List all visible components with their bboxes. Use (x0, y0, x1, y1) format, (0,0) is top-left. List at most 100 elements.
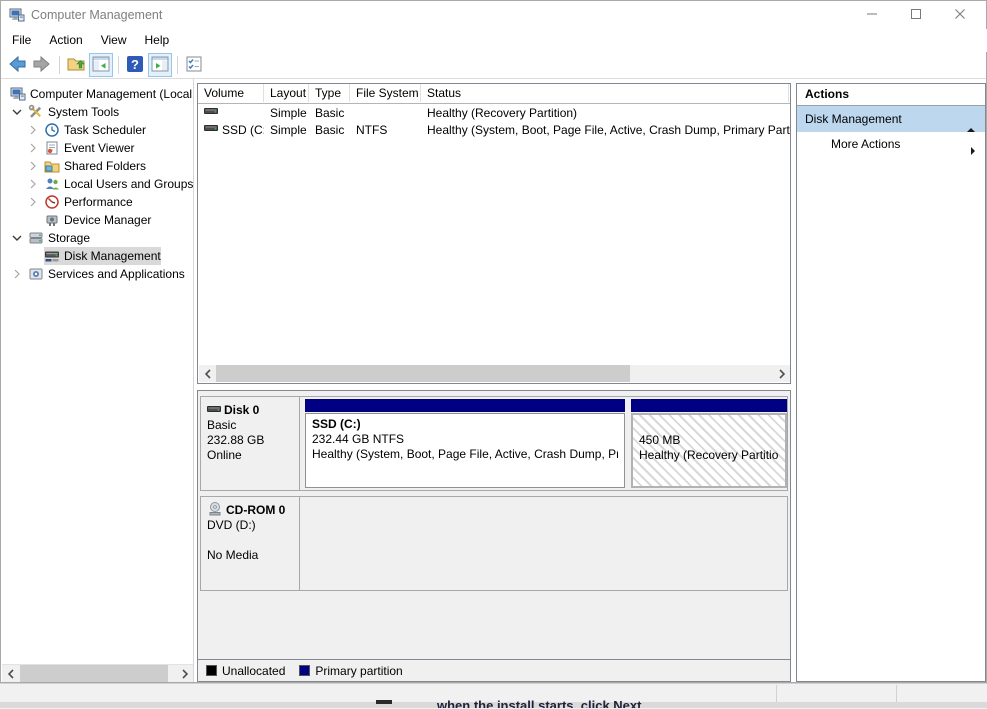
column-header-type[interactable]: Type (309, 84, 350, 102)
disk-0-label-cell[interactable]: Disk 0 Basic 232.88 GB Online (201, 397, 300, 490)
scroll-left-button[interactable] (2, 665, 19, 682)
close-button[interactable] (938, 1, 982, 29)
tree-node: Storage (28, 229, 90, 247)
partition-color-bar (631, 399, 787, 412)
toolbar-separator (118, 56, 119, 74)
tree-item-label: Shared Folders (64, 159, 147, 173)
window-title: Computer Management (31, 8, 163, 22)
scrollbar-thumb[interactable] (216, 365, 630, 382)
chevron-expanded-icon[interactable] (10, 231, 24, 245)
cell-type: Basic (315, 106, 345, 120)
partition-name (639, 418, 779, 433)
window-controls (850, 1, 982, 29)
scroll-right-button[interactable] (773, 365, 790, 382)
scroll-right-button[interactable] (176, 665, 193, 682)
folder-up-icon (66, 54, 86, 77)
help-button[interactable]: ? (123, 53, 147, 77)
tree-item-label: Device Manager (64, 213, 152, 227)
users-groups-icon (44, 176, 60, 192)
disk-name: CD-ROM 0 (226, 503, 286, 517)
column-header-layout[interactable]: Layout (264, 84, 309, 102)
tree-item-storage[interactable]: Storage (2, 229, 193, 247)
partition-ssd-c[interactable]: SSD (C:) 232.44 GB NTFS Healthy (System, B… (305, 399, 625, 489)
column-header-status[interactable]: Status (421, 84, 789, 102)
tree-item-event-viewer[interactable]: Event Viewer (2, 139, 193, 157)
cell-type: Basic (315, 123, 345, 137)
show-console-tree-button[interactable] (89, 53, 113, 77)
chevron-collapsed-icon[interactable] (26, 141, 40, 155)
disk-graphical-view: Disk 0 Basic 232.88 GB Online SSD (C:) 232.44… (197, 390, 791, 682)
volume-row-ssd-c[interactable]: SSD (C:) Simple Basic NTFS Healthy (System, … (198, 122, 790, 139)
cell-layout: Simple (270, 106, 307, 120)
actions-group-disk-management[interactable]: Disk Management (797, 106, 985, 132)
chevron-collapsed-icon[interactable] (10, 267, 24, 281)
forward-button[interactable] (30, 53, 54, 77)
tree-item-device-manager[interactable]: Device Manager (2, 211, 193, 229)
tree-item-task-scheduler[interactable]: Task Scheduler (2, 121, 193, 139)
cell-file-system: NTFS (356, 123, 388, 137)
disk-name: Disk 0 (224, 403, 260, 417)
chevron-collapsed-icon[interactable] (26, 159, 40, 173)
column-header-file-system[interactable]: File System (350, 84, 421, 102)
maximize-icon (911, 8, 921, 22)
forward-arrow-icon (32, 54, 52, 77)
performance-icon (44, 194, 60, 210)
chevron-collapsed-icon[interactable] (26, 177, 40, 191)
scrollbar-thumb[interactable] (20, 665, 168, 682)
show-action-pane-button[interactable] (148, 53, 172, 77)
customize-button[interactable] (182, 53, 206, 77)
partition-status: Healthy (System, Boot, Page File, Active… (312, 447, 618, 461)
device-manager-icon (44, 212, 60, 228)
maximize-button[interactable] (894, 1, 938, 29)
chevron-collapsed-icon[interactable] (26, 123, 40, 137)
more-actions-item[interactable]: More Actions (797, 132, 985, 157)
tree-horizontal-scrollbar[interactable] (2, 664, 193, 682)
legend-label: Primary partition (315, 663, 403, 678)
tree-item-disk-management[interactable]: Disk Management (2, 247, 193, 265)
tree-node: Computer Management (Local (10, 85, 192, 103)
chevron-expanded-icon[interactable] (10, 105, 24, 119)
disk-block-cd-rom-0: CD-ROM 0 DVD (D:) No Media (200, 496, 788, 591)
console-tree-icon (91, 54, 111, 77)
tree-item-system-tools[interactable]: System Tools (2, 103, 193, 121)
menu-view[interactable]: View (92, 29, 136, 52)
volume-icon (204, 105, 222, 122)
up-one-level-button[interactable] (64, 53, 88, 77)
cd-rom-0-label-cell[interactable]: CD-ROM 0 DVD (D:) No Media (201, 497, 300, 590)
tree-item-local-users-and-groups[interactable]: Local Users and Groups (2, 175, 193, 193)
volume-horizontal-scrollbar[interactable] (199, 365, 790, 382)
close-icon (955, 8, 965, 22)
column-header-volume[interactable]: Volume (198, 84, 264, 102)
tree-item-label: System Tools (48, 105, 120, 119)
computer-icon (10, 86, 26, 102)
tree-node: System Tools (28, 103, 119, 121)
menu-help[interactable]: Help (136, 29, 179, 52)
tree-item-label: Computer Management (Local (30, 87, 193, 101)
minimize-button[interactable] (850, 1, 894, 29)
menu-action[interactable]: Action (40, 29, 91, 52)
computer-management-window: Computer Management File Action View Hel… (0, 0, 987, 683)
partition-size: 232.44 GB NTFS (312, 432, 405, 446)
volume-row-recovery[interactable]: Simple Basic Healthy (Recovery Partition) (198, 105, 790, 122)
help-icon: ? (125, 54, 145, 77)
tree-item-shared-folders[interactable]: Shared Folders (2, 157, 193, 175)
chevron-collapsed-icon[interactable] (26, 195, 40, 209)
scroll-left-button[interactable] (199, 365, 216, 382)
legend-swatch (206, 665, 217, 676)
app-icon (9, 7, 25, 23)
partition-recovery[interactable]: 450 MB Healthy (Recovery Partition) (631, 399, 787, 489)
tree-item-performance[interactable]: Performance (2, 193, 193, 211)
cell-volume: SSD (C:) (198, 122, 264, 139)
tree-item-label: Performance (64, 195, 133, 209)
system-tools-icon (28, 104, 44, 120)
menu-file[interactable]: File (3, 29, 40, 52)
background-strip-divider (896, 685, 897, 703)
partition-status: Healthy (Recovery Partition) (639, 448, 779, 462)
tree-item-services-and-applications[interactable]: Services and Applications (2, 265, 193, 283)
cell-status: Healthy (Recovery Partition) (427, 106, 578, 120)
legend-swatch (299, 665, 311, 676)
disk-info-line (207, 533, 299, 548)
tree-item-computer-management-local[interactable]: Computer Management (Local (2, 85, 193, 103)
back-button[interactable] (5, 53, 29, 77)
partition-size: 450 MB (639, 433, 681, 447)
